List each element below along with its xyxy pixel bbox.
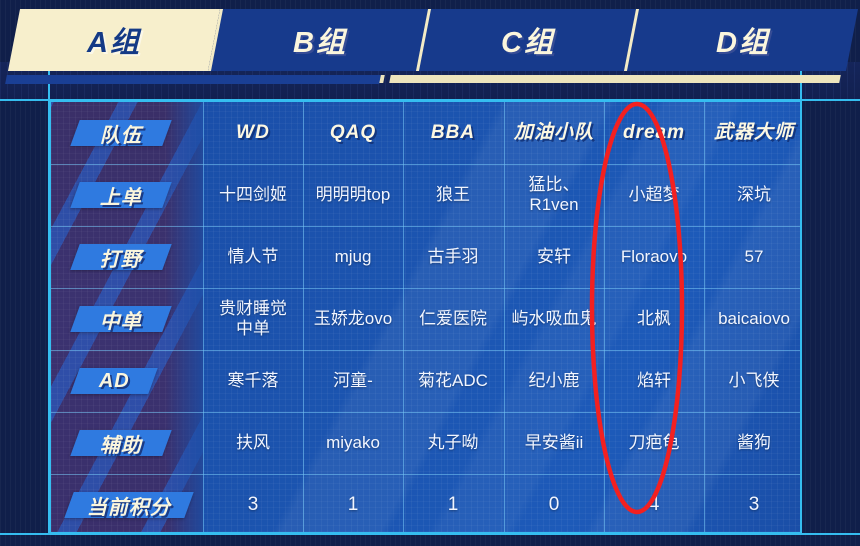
tab-shadow-rest [389,75,841,83]
row-label-3: 打野 [70,244,172,271]
player-cell: 丸子呦 [427,433,479,452]
player-cell: 贵财睡觉 中单 [219,299,287,338]
player-cell: 寒千落 [227,371,279,390]
team-header-5: dream [622,122,686,143]
player-cell: 玉娇龙ovo [313,309,393,328]
row-label-5: AD [70,368,158,394]
player-cell: 仁爱医院 [419,309,487,328]
player-cell: 猛比、R1ven [528,175,580,214]
screen: A组 B组 C组 D组 队伍上单打野中单 AD 辅助当前积分 WD QAQ BBA 加油小队… [0,0,860,546]
player-cell: 河童- [333,371,373,390]
player-cell: 古手羽 [427,247,479,266]
tab-group-c-label: C组 [500,27,555,59]
score-cell: 4 [648,494,660,515]
player-cell: 小飞侠 [728,371,780,390]
row-label-text: AD [98,369,130,392]
tab-group-d-label: D组 [715,27,770,59]
table-grid: 队伍上单打野中单 AD 辅助当前积分 WD QAQ BBA 加油小队 dream 武器大师十四剑… [51,102,800,532]
roster-table: 队伍上单打野中单 AD 辅助当前积分 WD QAQ BBA 加油小队 dream 武器大师十四剑… [49,100,802,534]
player-cell: 深坑 [737,185,771,204]
player-cell: 纪小鹿 [528,371,580,390]
player-cell: 情人节 [227,247,279,266]
score-cell: 1 [447,494,459,515]
row-label-text: 中单 [100,310,142,333]
player-cell: miyako [326,433,380,452]
player-cell: 早安酱ii [524,433,584,452]
tab-group-a-label: A组 [87,27,141,59]
score-cell: 0 [548,494,560,515]
row-label-7: 当前积分 [64,492,194,519]
player-cell: mjug [334,247,372,266]
row-label-1: 队伍 [70,120,172,147]
player-cell: 十四剑姬 [219,185,287,204]
player-cell: 安轩 [537,247,571,266]
player-cell: 明明明top [315,185,391,204]
player-cell: 屿水吸血鬼 [511,309,597,328]
player-cell: 57 [744,247,764,266]
player-cell: 北枫 [637,309,671,328]
score-cell: 1 [347,494,359,515]
player-cell: 小超梦 [628,185,680,204]
team-header-2: QAQ [329,122,377,143]
tab-group-b-label: B组 [292,27,347,59]
score-cell: 3 [748,494,760,515]
row-label-text: 打野 [100,248,142,271]
group-tab-bar: A组 B组 C组 D组 [0,9,860,84]
player-cell: 焰轩 [637,371,671,390]
player-cell: 狼王 [436,185,470,204]
team-header-1: WD [236,122,270,143]
row-label-text: 上单 [100,186,142,209]
row-label-6: 辅助 [70,430,172,457]
player-cell: Floraovo [620,247,688,266]
player-cell: 酱狗 [737,433,771,452]
tab-group-c[interactable]: C组 [415,9,637,71]
player-cell: 刀疤龟 [628,433,680,452]
team-header-3: BBA [430,122,476,143]
team-header-6: 武器大师 [713,122,794,143]
tab-group-d[interactable]: D组 [623,9,859,71]
tab-group-b[interactable]: B组 [207,9,429,71]
row-label-2: 上单 [70,182,172,209]
player-cell: 扶风 [236,433,270,452]
row-label-text: 当前积分 [87,496,171,519]
tab-group-a[interactable]: A组 [7,9,221,71]
score-cell: 3 [247,494,259,515]
row-label-text: 队伍 [100,124,142,147]
row-label-text: 辅助 [100,434,142,457]
active-tab-underline [5,75,381,84]
team-header-4: 加油小队 [513,122,594,143]
row-label-4: 中单 [70,306,172,333]
player-cell: baicaiovo [718,309,790,328]
player-cell: 菊花ADC [418,371,488,390]
